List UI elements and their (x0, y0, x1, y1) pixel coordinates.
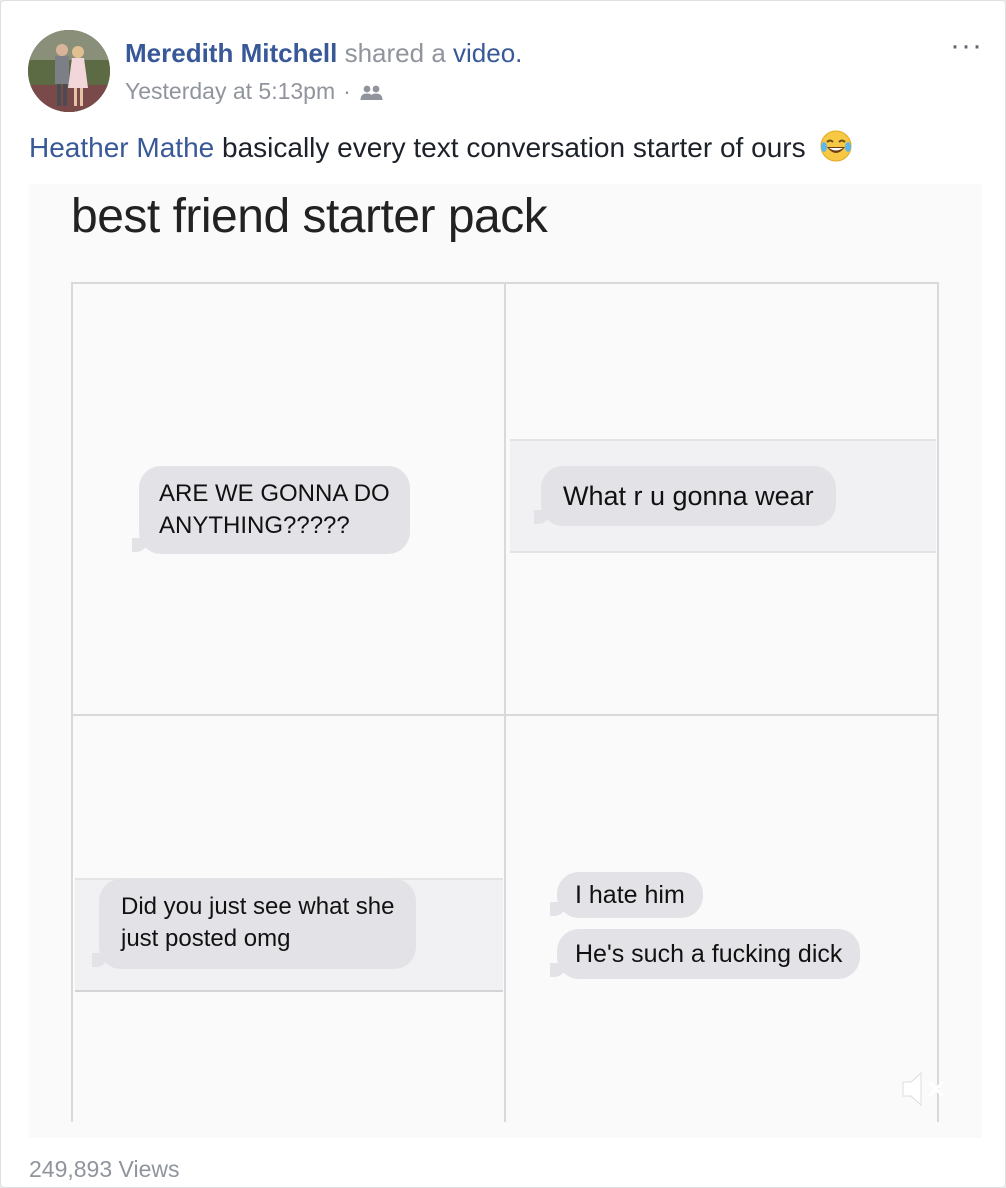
avatar-photo (28, 30, 110, 112)
post-card: Meredith Mitchell shared a video. Yester… (0, 0, 1006, 1188)
message-line: I hate him (575, 881, 685, 909)
muted-speaker-icon[interactable] (897, 1064, 957, 1114)
message-line: ANYTHING????? (159, 512, 350, 539)
message-bubble: He's such a fucking dick (549, 929, 861, 979)
author-avatar[interactable] (28, 30, 110, 112)
grid-divider-vertical (504, 282, 506, 1122)
grid-border-left (71, 282, 73, 1122)
post-timestamp[interactable]: Yesterday at 5:13pm (125, 77, 335, 105)
tagged-friend-link[interactable]: Heather Mathe (29, 132, 214, 163)
video-player[interactable]: best friend starter pack ARE WE GONNA DO… (29, 184, 982, 1138)
caption-text: basically every text conversation starte… (222, 132, 806, 163)
more-options-button[interactable]: ··· (950, 31, 983, 61)
tears-of-joy-emoji-icon (819, 129, 853, 163)
grid-divider-horizontal (71, 714, 939, 716)
message-line: ARE WE GONNA DO (159, 480, 390, 507)
meme-title: best friend starter pack (71, 190, 548, 243)
message-bubble: What r u gonna wear (534, 466, 836, 526)
author-name-link[interactable]: Meredith Mitchell (125, 38, 337, 68)
post-meta: Yesterday at 5:13pm · (125, 77, 385, 105)
message-line: What r u gonna wear (563, 481, 814, 511)
grid-border-right (937, 282, 939, 1122)
post-header: Meredith Mitchell shared a video. (125, 37, 522, 69)
friends-icon[interactable] (359, 81, 385, 101)
views-count: 249,893 Views (29, 1156, 180, 1182)
shared-action-text: shared a (344, 38, 446, 68)
message-bubble: I hate him (550, 872, 703, 918)
post-caption: Heather Mathe basically every text conve… (29, 129, 853, 166)
message-line: Did you just see what she (121, 893, 395, 920)
meta-separator: · (343, 78, 351, 104)
message-bubble: Did you just see what she just posted om… (91, 879, 417, 969)
video-link[interactable]: video. (453, 38, 522, 68)
message-line: He's such a fucking dick (575, 940, 843, 968)
message-line: just posted omg (121, 925, 291, 952)
message-bubble: ARE WE GONNA DO ANYTHING????? (132, 466, 410, 554)
